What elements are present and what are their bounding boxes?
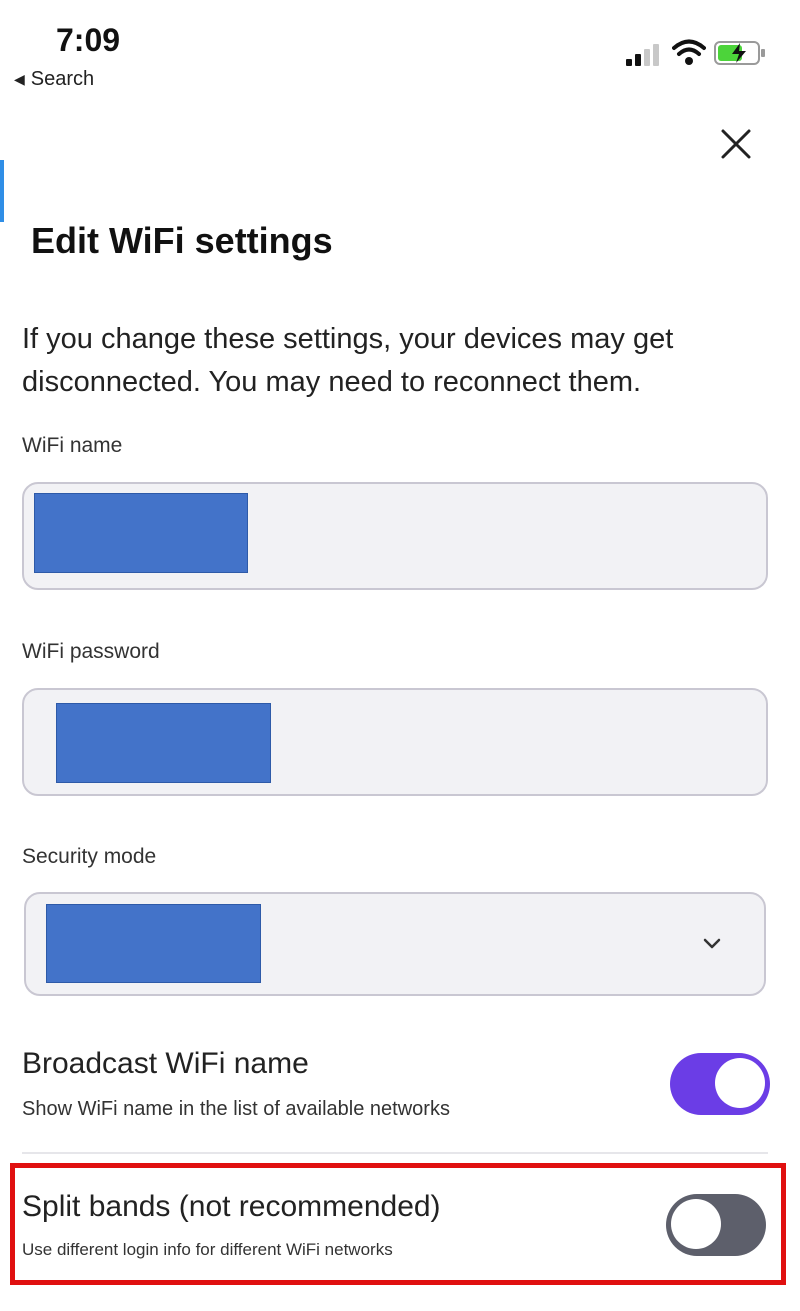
wifi-icon — [672, 39, 706, 65]
edge-accent — [0, 160, 4, 222]
back-to-search-link[interactable]: ◀ Search — [14, 68, 94, 91]
close-icon[interactable] — [716, 124, 756, 164]
broadcast-wifi-toggle[interactable] — [670, 1053, 770, 1115]
back-label: Search — [30, 68, 95, 90]
wifi-password-label: WiFi password — [22, 640, 160, 663]
page-description: If you change these settings, your devic… — [22, 323, 674, 398]
battery-charging-icon — [714, 41, 765, 65]
broadcast-wifi-subtitle: Show WiFi name in the list of available … — [22, 1098, 450, 1120]
back-arrow-icon: ◀ — [14, 71, 25, 87]
wifi-name-label: WiFi name — [22, 434, 123, 457]
broadcast-wifi-title: Broadcast WiFi name — [22, 1047, 309, 1080]
status-time: 7:09 — [56, 22, 121, 58]
highlight-box — [10, 1163, 786, 1285]
divider — [22, 1152, 768, 1154]
page-title: Edit WiFi settings — [31, 220, 333, 261]
redacted-wifi-password — [56, 703, 271, 783]
chevron-down-icon[interactable] — [700, 932, 724, 956]
redacted-wifi-name — [34, 493, 248, 573]
toggle-knob — [715, 1058, 765, 1108]
cellular-signal-icon — [626, 44, 659, 66]
redacted-security-mode — [46, 904, 261, 983]
security-mode-label: Security mode — [22, 845, 157, 868]
